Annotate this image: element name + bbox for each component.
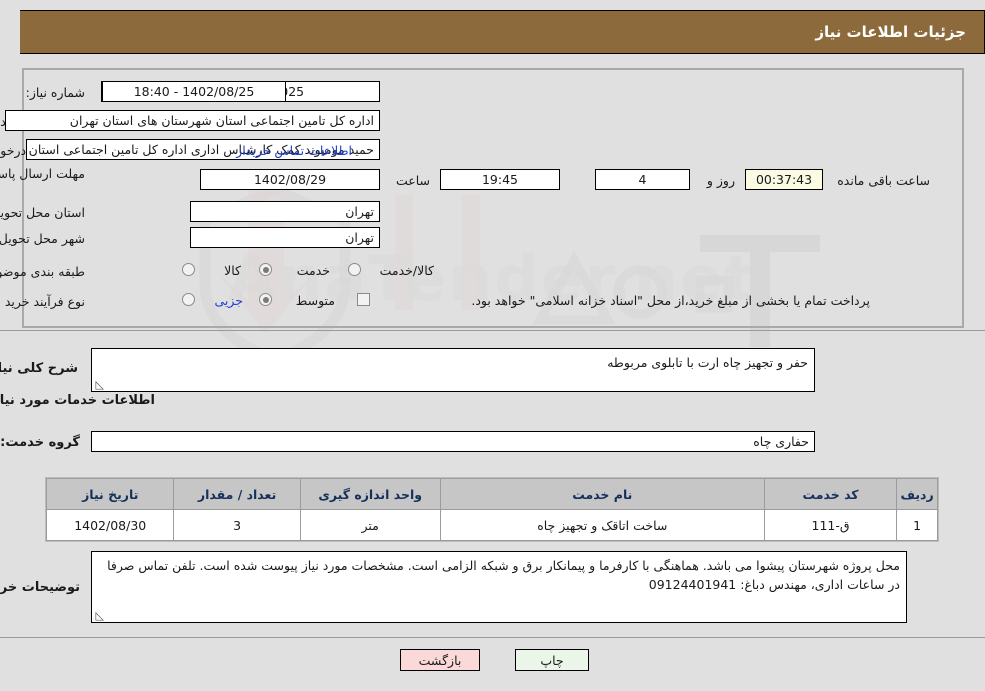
resize-handle-icon[interactable]: ◺ <box>94 379 104 390</box>
buyer-contact-link[interactable]: اطلاعات تماس خریدار <box>236 143 352 158</box>
cell-name: ساخت اتاقک و تجهیز چاه <box>439 509 765 541</box>
table-header-row: ردیف کد خدمت نام خدمت واحد اندازه گیری ت… <box>45 478 938 510</box>
countdown-timer: 00:37:43 <box>745 169 823 190</box>
services-section-title: اطلاعات خدمات مورد نیاز <box>0 393 155 408</box>
radio-category-kala[interactable] <box>182 263 195 276</box>
col-quantity: تعداد / مقدار <box>173 478 301 510</box>
resize-handle-icon[interactable]: ◺ <box>94 610 104 621</box>
days-remaining-value: 4 <box>595 169 690 190</box>
back-button[interactable]: بازگشت <box>400 649 480 671</box>
section-divider-top <box>0 330 985 331</box>
col-code: کد خدمت <box>763 478 898 510</box>
col-unit: واحد اندازه گیری <box>299 478 441 510</box>
deadline-time-value: 19:45 <box>440 169 560 190</box>
province-label: استان محل تحویل: <box>0 205 85 220</box>
description-label: شرح کلی نیاز: <box>0 361 78 376</box>
cell-row: 1 <box>896 509 938 541</box>
table-row: 1 ق-111 ساخت اتاقک و تجهیز چاه متر 3 140… <box>45 509 938 541</box>
days-label: روز و <box>706 173 735 188</box>
purchase-type-label: نوع فرآیند خرید : <box>0 294 85 309</box>
cell-need-date: 1402/08/30 <box>45 509 175 541</box>
col-row: ردیف <box>896 478 938 510</box>
category-option-khedmat: خدمت <box>296 263 330 278</box>
radio-category-khedmat[interactable] <box>259 263 272 276</box>
services-table: ردیف کد خدمت نام خدمت واحد اندازه گیری ت… <box>45 478 938 541</box>
col-need-date: تاریخ نیاز <box>45 478 175 510</box>
need-number-label: شماره نیاز: <box>25 85 85 100</box>
remaining-label: ساعت باقی مانده <box>837 173 930 188</box>
hour-label: ساعت <box>395 173 430 188</box>
cell-quantity: 3 <box>173 509 301 541</box>
page-title: جزئیات اطلاعات نیاز <box>815 23 966 41</box>
deadline-label: مهلت ارسال پاسخ: تا تاریخ: <box>0 166 85 181</box>
treasury-note: پرداخت تمام یا بخشی از مبلغ خرید،از محل … <box>471 293 870 308</box>
print-button[interactable]: چاپ <box>515 649 589 671</box>
service-group-label: گروه خدمت: <box>0 435 80 450</box>
deadline-date-value: 1402/08/29 <box>200 169 380 190</box>
treasury-checkbox[interactable] <box>357 293 370 306</box>
category-option-kala-khedmat: کالا/خدمت <box>379 263 434 278</box>
purchase-option-motevaset: متوسط <box>295 293 335 308</box>
buyer-notes-label: توضیحات خریدار: <box>0 580 80 595</box>
description-textarea[interactable]: حفر و تجهیز چاه ارت با تابلوی مربوطه ◺ <box>91 348 815 392</box>
description-value: حفر و تجهیز چاه ارت با تابلوی مربوطه <box>607 355 808 370</box>
city-label: شهر محل تحویل: <box>0 231 85 246</box>
radio-purchase-motevaset[interactable] <box>259 293 272 306</box>
need-info-panel <box>22 68 964 328</box>
page-header: جزئیات اطلاعات نیاز <box>20 10 985 54</box>
section-divider-bottom <box>0 637 985 638</box>
category-option-kala: کالا <box>224 263 241 278</box>
category-label: طبقه بندی موضوعی: <box>0 264 85 279</box>
service-group-value: حفاری چاه <box>91 431 815 452</box>
col-name: نام خدمت <box>439 478 765 510</box>
buyer-notes-value: محل پروژه شهرستان پیشوا می باشد. هماهنگی… <box>107 558 900 593</box>
radio-purchase-jozei[interactable] <box>182 293 195 306</box>
cell-code: ق-111 <box>763 509 898 541</box>
cell-unit: متر <box>299 509 441 541</box>
buyer-notes-textarea[interactable]: محل پروژه شهرستان پیشوا می باشد. هماهنگی… <box>91 551 907 623</box>
city-value: تهران <box>190 227 380 248</box>
purchase-option-jozei: جزیی <box>214 293 243 308</box>
radio-category-kala-khedmat[interactable] <box>348 263 361 276</box>
province-value: تهران <box>190 201 380 222</box>
public-announce-value: 1402/08/25 - 18:40 <box>102 81 286 102</box>
buyer-org-value: اداره کل تامین اجتماعی استان شهرستان های… <box>5 110 380 131</box>
